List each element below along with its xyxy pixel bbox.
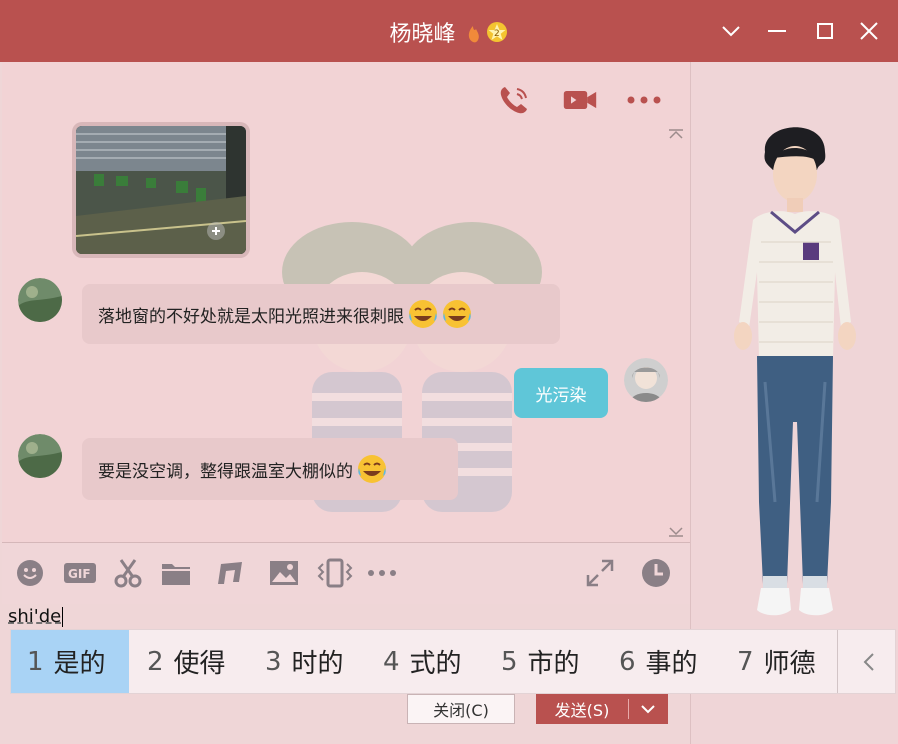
expand-input-button[interactable] xyxy=(584,557,616,589)
dropdown-button[interactable] xyxy=(714,14,748,48)
folder-icon xyxy=(162,564,190,585)
candidate-text: 是的 xyxy=(53,649,106,679)
close-button-label: 关闭(C) xyxy=(433,701,489,720)
candidate-number: 4 xyxy=(383,646,400,677)
close-icon xyxy=(860,22,878,40)
music-button[interactable] xyxy=(214,557,246,589)
shake-button[interactable] xyxy=(316,557,354,589)
office-window-photo xyxy=(76,126,246,254)
image-button[interactable] xyxy=(268,557,300,589)
gif-icon: GIF xyxy=(64,563,96,583)
scroll-up-icon[interactable] xyxy=(668,128,684,140)
candidate-text: 师德 xyxy=(763,649,816,679)
svg-text:GIF: GIF xyxy=(68,567,91,581)
candidate-number: 5 xyxy=(501,646,518,677)
message-bubble[interactable]: 落地窗的不好处就是太阳光照进来很刺眼 xyxy=(82,284,560,344)
file-button[interactable] xyxy=(160,557,192,589)
screenshot-button[interactable] xyxy=(112,557,144,589)
message-bubble[interactable]: 要是没空调，整得跟温室大棚似的 xyxy=(82,438,458,500)
scroll-down-icon[interactable] xyxy=(668,526,684,538)
video-call-button[interactable] xyxy=(562,82,598,118)
ime-prev-page-button[interactable] xyxy=(845,630,893,693)
candidate-number: 3 xyxy=(265,646,282,677)
message-input[interactable]: shi'de xyxy=(8,606,64,627)
tears-of-joy-emoji-icon xyxy=(358,455,386,483)
window-title: 杨晓峰 xyxy=(389,22,456,47)
candidate-text: 使得 xyxy=(173,649,226,679)
chevron-left-icon xyxy=(863,652,874,671)
send-button-label: 发送(S) xyxy=(554,701,610,720)
ime-candidate-6[interactable]: 6 事的 xyxy=(603,630,714,693)
maximize-icon xyxy=(817,23,833,39)
avatar-show-figure xyxy=(734,127,856,616)
expand-icon xyxy=(586,559,614,587)
candidate-text: 事的 xyxy=(645,649,698,679)
send-button[interactable]: 发送(S) xyxy=(536,694,668,724)
phone-icon xyxy=(500,87,527,114)
my-avatar[interactable] xyxy=(624,358,668,402)
ime-candidate-bar: 1 是的 2 使得 3 时的 4 式的 5 市的 6 事的 7 师德 xyxy=(10,629,896,694)
chevron-down-icon xyxy=(641,704,655,713)
candidate-number: 2 xyxy=(147,646,164,677)
image-icon xyxy=(270,561,298,585)
scissors-icon xyxy=(114,559,142,588)
voice-call-button[interactable] xyxy=(496,82,532,118)
candidate-number: 7 xyxy=(737,646,754,677)
candidate-number: 1 xyxy=(27,646,44,677)
minimize-icon xyxy=(768,30,786,32)
ime-candidate-4[interactable]: 4 式的 xyxy=(367,630,478,693)
candidate-number: 6 xyxy=(619,646,636,677)
maximize-button[interactable] xyxy=(808,14,842,48)
emoji-button[interactable] xyxy=(14,557,46,589)
contact-avatar[interactable] xyxy=(18,278,62,322)
close-window-button[interactable] xyxy=(852,14,886,48)
ime-candidate-5[interactable]: 5 市的 xyxy=(485,630,596,693)
more-icon xyxy=(627,96,661,104)
shake-icon xyxy=(317,558,353,588)
more-icon xyxy=(368,570,396,576)
history-icon xyxy=(642,559,670,587)
svg-text:2: 2 xyxy=(494,29,500,39)
message-area[interactable]: 落地窗的不好处就是太阳光照进来很刺眼 光污染 要是没空调，整得跟温室大棚似的 xyxy=(2,62,690,542)
music-icon xyxy=(218,562,242,584)
title-badges: 2 xyxy=(465,19,509,51)
message-text: 要是没空调，整得跟温室大棚似的 xyxy=(98,461,353,482)
text-caret xyxy=(62,607,64,627)
message-text: 光污染 xyxy=(535,385,587,406)
gif-button[interactable]: GIF xyxy=(62,557,98,589)
input-toolbar: GIF xyxy=(2,542,690,604)
send-options-button[interactable] xyxy=(629,704,667,714)
video-icon xyxy=(563,91,597,109)
title-bar[interactable]: 杨晓峰 2 xyxy=(0,0,898,62)
ime-candidate-7[interactable]: 7 师德 xyxy=(721,630,832,693)
minimize-button[interactable] xyxy=(760,14,794,48)
message-text: 落地窗的不好处就是太阳光照进来很刺眼 xyxy=(98,306,404,327)
chevron-down-icon xyxy=(722,26,740,37)
message-bubble-outgoing[interactable]: 光污染 xyxy=(514,368,608,418)
history-button[interactable] xyxy=(640,557,672,589)
candidate-text: 式的 xyxy=(409,649,462,679)
shared-photo[interactable] xyxy=(76,126,246,254)
ime-candidate-3[interactable]: 3 时的 xyxy=(249,630,360,693)
flame-star-badge-icon: 2 xyxy=(468,22,507,43)
composition-text: shi'de xyxy=(8,606,62,627)
emoji-icon xyxy=(17,560,43,586)
ime-candidate-2[interactable]: 2 使得 xyxy=(131,630,242,693)
tears-of-joy-emoji-icon xyxy=(443,300,471,328)
candidate-text: 时的 xyxy=(291,649,344,679)
close-button[interactable]: 关闭(C) xyxy=(407,694,515,724)
ime-divider xyxy=(837,630,838,693)
chat-more-button[interactable] xyxy=(626,82,662,118)
candidate-text: 市的 xyxy=(527,649,580,679)
ime-candidate-1[interactable]: 1 是的 xyxy=(11,630,129,693)
tears-of-joy-emoji-icon xyxy=(409,300,437,328)
chat-window: 杨晓峰 2 落地窗的不好处就是太阳光照进来很刺眼 光污染 要是没空调，整得跟温室… xyxy=(0,0,898,744)
contact-avatar[interactable] xyxy=(18,434,62,478)
toolbar-more-button[interactable] xyxy=(366,557,398,589)
